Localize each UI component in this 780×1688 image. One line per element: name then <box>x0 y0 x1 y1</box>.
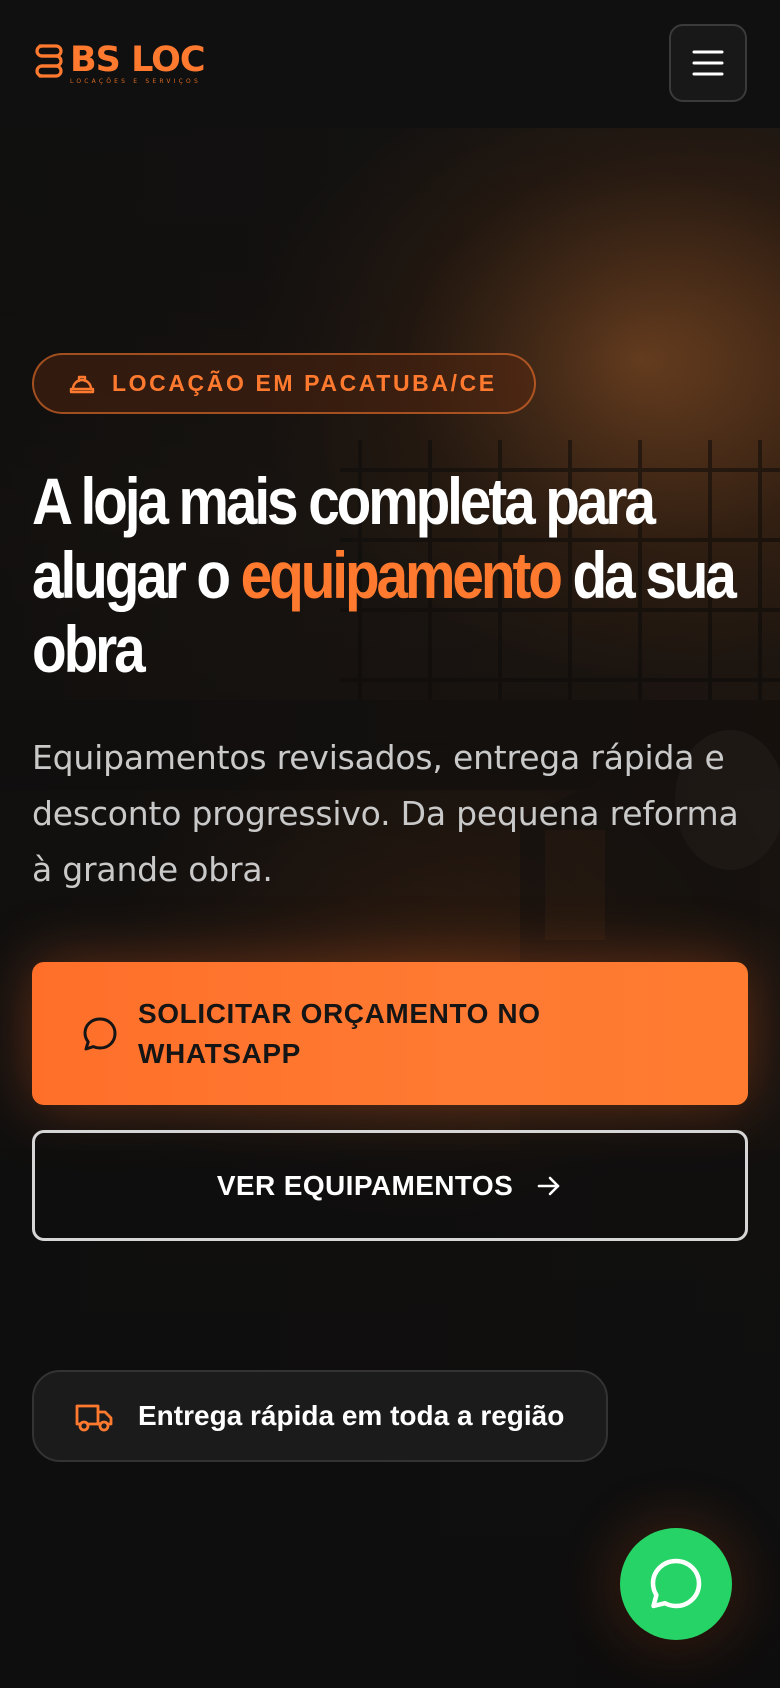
hard-hat-icon <box>69 375 95 393</box>
whatsapp-quote-label: SOLICITAR ORÇAMENTO NO WHATSAPP <box>138 997 541 1069</box>
menu-button[interactable] <box>669 24 747 102</box>
brand-tagline: LOCAÇÕES E SERVIÇOS <box>70 78 201 85</box>
hero-headline: A loja mais completa para alugar o equip… <box>32 464 754 686</box>
view-equipment-label: VER EQUIPAMENTOS <box>216 1169 514 1201</box>
hamburger-menu-icon <box>692 50 724 76</box>
chat-bubble-icon <box>83 1017 117 1050</box>
location-badge: LOCAÇÃO EM PACATUBA/CE <box>32 353 536 414</box>
truck-icon <box>75 1404 113 1432</box>
logo-mark-icon <box>35 44 63 78</box>
whatsapp-float-button[interactable] <box>620 1528 732 1640</box>
brand-name: BS LOC <box>70 40 206 80</box>
whatsapp-icon <box>650 1558 702 1609</box>
headline-accent: equipamento <box>240 538 563 612</box>
view-equipment-button[interactable]: VER EQUIPAMENTOS <box>32 1130 748 1241</box>
site-header: BS LOC LOCAÇÕES E SERVIÇOS <box>0 0 780 128</box>
delivery-feature: Entrega rápida em toda a região <box>32 1370 608 1462</box>
whatsapp-quote-button[interactable]: SOLICITAR ORÇAMENTO NO WHATSAPP <box>32 962 748 1105</box>
page: BS LOC LOCAÇÕES E SERVIÇOS LOCAÇÃO EM PA… <box>0 0 780 1688</box>
delivery-feature-label: Entrega rápida em toda a região <box>138 1400 565 1431</box>
arrow-right-icon <box>537 1176 560 1195</box>
location-badge-label: LOCAÇÃO EM PACATUBA/CE <box>112 370 497 396</box>
hero-subtitle: Equipamentos revisados, entrega rápida e… <box>32 738 739 889</box>
brand-logo[interactable]: BS LOC LOCAÇÕES E SERVIÇOS <box>34 40 206 85</box>
